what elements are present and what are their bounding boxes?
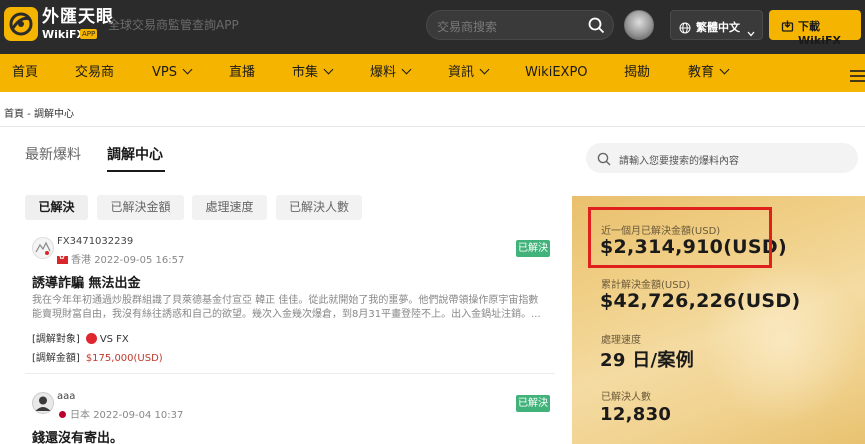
processing-speed-label: 處理速度	[601, 335, 641, 346]
case-target-value[interactable]: VS FX	[100, 334, 129, 345]
filter-resolved-count[interactable]: 已解決人數	[276, 195, 362, 220]
search-icon[interactable]	[597, 151, 611, 170]
nav-item-news[interactable]: 資訊	[448, 64, 490, 82]
chevron-down-icon	[479, 64, 490, 75]
nav-item-market[interactable]: 市集	[292, 64, 334, 82]
site-tagline: 全球交易商監管查詢APP	[108, 18, 239, 32]
menu-icon[interactable]	[850, 67, 865, 86]
nav-item-home[interactable]: 首頁	[12, 64, 38, 82]
avatar	[32, 237, 54, 259]
case-username[interactable]: aaa	[57, 391, 75, 402]
tab-latest-exposure[interactable]: 最新爆料	[25, 146, 81, 164]
active-tab-indicator	[107, 170, 165, 172]
case-region: 香港	[71, 255, 91, 266]
vsfx-logo-icon	[85, 333, 97, 344]
chevron-down-icon	[323, 64, 334, 75]
japan-flag-icon	[59, 411, 66, 418]
tab-mediation-center[interactable]: 調解中心	[107, 146, 163, 164]
exposure-search-input[interactable]: 請輸入您要搜索的爆料內容	[586, 143, 858, 173]
nav-item-wikiexpo[interactable]: WikiEXPO	[525, 64, 588, 82]
main-nav: 首頁 交易商 VPS 直播 市集 爆料 資訊 WikiEXPO 揭勘 教育	[0, 54, 865, 92]
logo-app-badge: APP	[80, 29, 98, 39]
top-header: 外匯天眼 WikiFX APP 全球交易商監管查詢APP 交易商搜索 繁體中文 …	[0, 0, 865, 54]
logo-english-name[interactable]: WikiFX	[42, 28, 85, 41]
search-icon[interactable]	[588, 17, 605, 38]
status-badge: 已解決	[516, 395, 550, 412]
case-card[interactable]: FX3471032239 香港 2022-09-05 16:57 已解決 誘導詐…	[25, 235, 555, 373]
language-selector[interactable]: 繁體中文	[670, 10, 763, 40]
nav-item-education[interactable]: 教育	[688, 64, 730, 82]
filter-resolved-amount[interactable]: 已解決金額	[97, 195, 184, 220]
broker-search-placeholder: 交易商搜索	[437, 20, 498, 34]
broker-search-input[interactable]: 交易商搜索	[426, 10, 614, 40]
total-resolved-value: $42,726,226(USD)	[600, 290, 801, 312]
processing-speed-value: 29 日/案例	[600, 350, 694, 371]
resolved-count-label: 已解決人數	[601, 392, 651, 403]
status-badge: 已解決	[516, 240, 550, 257]
card-divider	[25, 373, 555, 374]
nav-item-survey[interactable]: 揭勘	[624, 64, 650, 82]
case-meta: 香港 2022-09-05 16:57	[57, 251, 184, 266]
case-date: 2022-09-04 10:37	[93, 410, 184, 421]
nav-item-exposure[interactable]: 爆料	[370, 64, 412, 82]
filter-processing-speed[interactable]: 處理速度	[192, 195, 267, 220]
logo-chinese-name[interactable]: 外匯天眼	[42, 8, 114, 26]
case-card[interactable]: aaa 日本 2022-09-04 10:37 已解決 錢還沒有寄出。	[25, 390, 555, 444]
wikifx-logo-icon[interactable]	[4, 7, 38, 41]
resolved-count-value: 12,830	[600, 404, 672, 425]
breadcrumb[interactable]: 首頁 - 調解中心	[4, 105, 74, 120]
panel-glow	[702, 256, 862, 426]
case-amount-row: [調解金額] $175,000(USD)	[32, 349, 163, 364]
avatar	[32, 392, 54, 414]
language-label: 繁體中文	[696, 21, 740, 34]
chevron-down-icon	[747, 22, 755, 41]
nav-item-live[interactable]: 直播	[229, 64, 255, 82]
download-app-label: 下載WikiFX	[798, 20, 841, 47]
hong-kong-flag-icon	[57, 253, 68, 264]
case-amount-value: $175,000(USD)	[85, 353, 163, 364]
chevron-down-icon	[719, 64, 730, 75]
breadcrumb-divider	[0, 126, 865, 127]
case-target-label: [調解對象]	[32, 334, 80, 345]
case-meta: 日本 2022-09-04 10:37	[57, 406, 183, 421]
case-target-row: [調解對象] VS FX	[32, 330, 129, 345]
highlight-box	[588, 207, 772, 268]
filter-resolved[interactable]: 已解決	[25, 195, 88, 220]
total-resolved-label: 累計解決金額(USD)	[601, 280, 691, 291]
case-title[interactable]: 錢還沒有寄出。	[32, 427, 123, 444]
case-amount-label: [調解金額]	[32, 353, 80, 364]
download-icon	[781, 18, 794, 37]
exposure-search-placeholder: 請輸入您要搜索的爆料內容	[619, 156, 739, 167]
chevron-down-icon	[182, 64, 193, 75]
case-username[interactable]: FX3471032239	[57, 236, 133, 247]
case-region: 日本	[70, 410, 90, 421]
nav-item-brokers[interactable]: 交易商	[75, 64, 114, 82]
user-avatar[interactable]	[624, 10, 654, 40]
nav-item-vps[interactable]: VPS	[152, 64, 193, 82]
case-date: 2022-09-05 16:57	[94, 255, 185, 266]
globe-icon	[679, 19, 691, 38]
chevron-down-icon	[401, 64, 412, 75]
download-app-button[interactable]: 下載WikiFX	[769, 10, 861, 47]
case-description: 我在今年年初通過炒股群組識了貝萊德基金付宣亞 韓正 佳佳。從此就開始了我的噩夢。…	[32, 295, 541, 320]
case-title[interactable]: 誘導詐騙 無法出金	[32, 272, 141, 291]
